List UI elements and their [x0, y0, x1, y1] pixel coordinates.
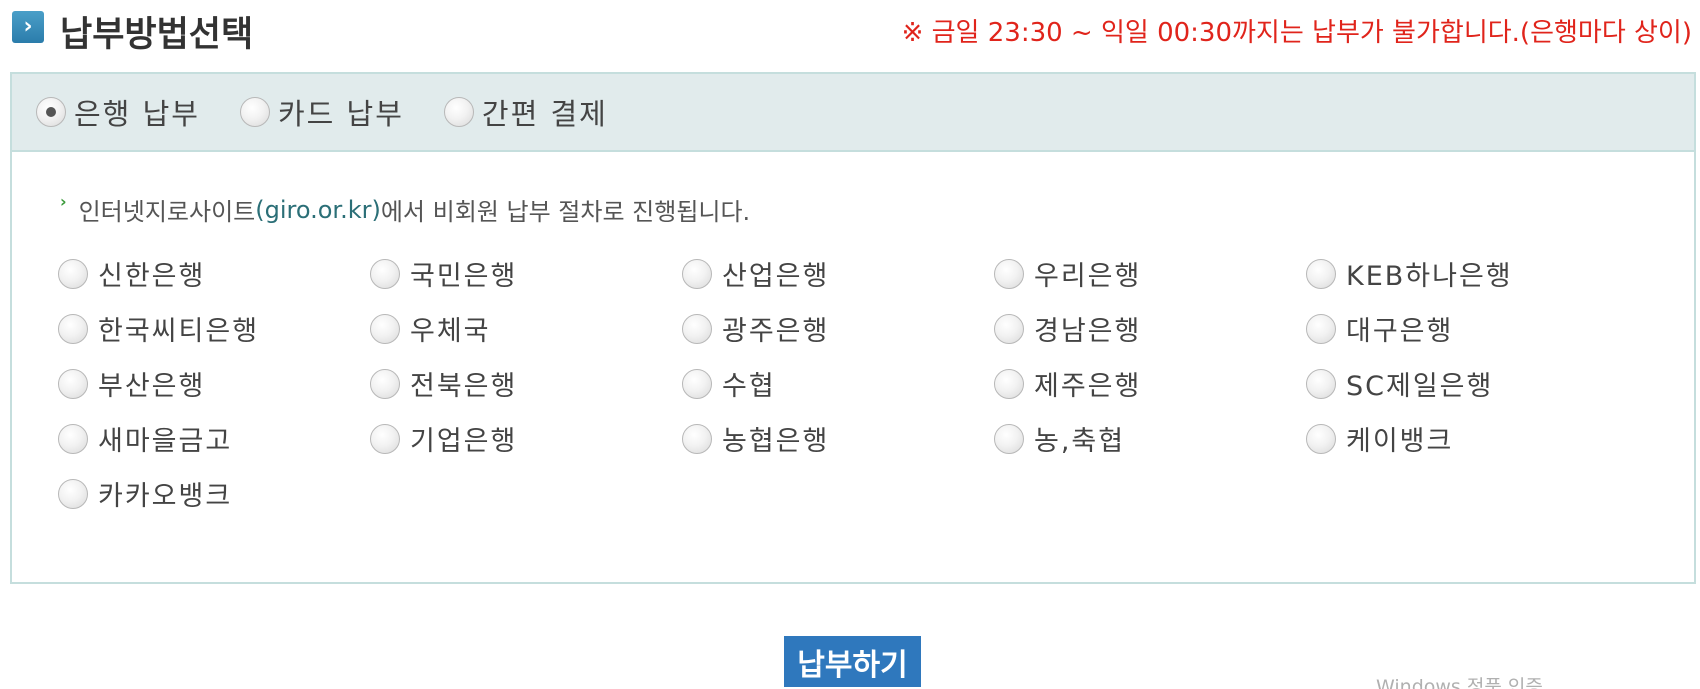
tab-label: 간편 결제 [481, 97, 608, 131]
bank-option[interactable]: 농,축협 [994, 411, 1306, 466]
bank-label: 산업은행 [722, 261, 830, 292]
tab-label: 카드 납부 [277, 97, 404, 131]
arrow-bullet-icon: › [60, 192, 67, 211]
bank-radio[interactable] [370, 258, 400, 289]
notice-text: ※ 금일 23:30 ~ 익일 00:30까지는 납부가 불가합니다.(은행마다… [901, 18, 1692, 48]
bank-option[interactable]: 광주은행 [682, 301, 994, 356]
giro-link: (giro.or.kr) [255, 195, 381, 224]
page-title: 납부방법선택 [60, 15, 254, 55]
bank-radio[interactable] [1306, 258, 1336, 289]
bank-radio[interactable] [58, 258, 88, 289]
bank-radio[interactable] [994, 313, 1024, 344]
radio-easy-payment[interactable] [443, 97, 474, 127]
bank-radio[interactable] [994, 368, 1024, 399]
bank-label: 전북은행 [410, 371, 518, 402]
bank-radio[interactable] [370, 313, 400, 344]
windows-activation-watermark: Windows 정품 인증 [1376, 676, 1543, 689]
radio-bank-payment[interactable] [36, 97, 66, 127]
bank-label: 한국씨티은행 [98, 316, 260, 347]
bank-option[interactable]: 부산은행 [58, 356, 370, 411]
bank-radio[interactable] [58, 478, 88, 509]
bank-radio[interactable] [682, 313, 712, 344]
radio-card-payment[interactable] [239, 97, 270, 127]
bank-option[interactable]: 케이뱅크 [1306, 411, 1618, 466]
bank-radio[interactable] [58, 368, 88, 399]
bank-label: 우체국 [410, 316, 491, 347]
bank-option[interactable]: 우리은행 [994, 246, 1306, 301]
bank-label: 국민은행 [410, 261, 518, 292]
bank-label: 농,축협 [1034, 426, 1126, 457]
bank-option[interactable]: 기업은행 [370, 411, 682, 466]
bank-radio[interactable] [682, 423, 712, 454]
bank-radio[interactable] [370, 368, 400, 399]
bank-label: 대구은행 [1346, 316, 1454, 347]
bank-option[interactable]: 국민은행 [370, 246, 682, 301]
bank-radio[interactable] [994, 423, 1024, 454]
info-prefix: 인터넷지로사이트 [78, 198, 256, 226]
bank-label: 농협은행 [722, 426, 830, 457]
bank-label: 제주은행 [1034, 371, 1142, 402]
bank-radio[interactable] [370, 423, 400, 454]
bank-option[interactable]: 산업은행 [682, 246, 994, 301]
bank-option[interactable]: SC제일은행 [1306, 356, 1618, 411]
bank-label: 새마을금고 [98, 426, 233, 457]
pay-button[interactable]: 납부하기 [784, 636, 921, 687]
payment-tabs: 은행 납부 카드 납부 간편 결제 [12, 74, 1694, 152]
bank-option[interactable]: 새마을금고 [58, 411, 370, 466]
info-text: › 인터넷지로사이트 (giro.or.kr) 에서 비회원 납부 절차로 진행… [60, 192, 750, 227]
payment-method-panel: 은행 납부 카드 납부 간편 결제 › 인터넷지로사이트 (giro.or.kr… [10, 72, 1696, 584]
tab-card-payment[interactable]: 카드 납부 [239, 91, 404, 133]
bank-label: 수협 [722, 371, 776, 402]
bank-option[interactable]: 신한은행 [58, 246, 370, 301]
bank-radio[interactable] [1306, 368, 1336, 399]
bank-radio[interactable] [994, 258, 1024, 289]
bank-option[interactable]: 우체국 [370, 301, 682, 356]
bank-label: 경남은행 [1034, 316, 1142, 347]
section-header: › 납부방법선택 ※ 금일 23:30 ~ 익일 00:30까지는 납부가 불가… [10, 0, 1700, 55]
tab-label: 은행 납부 [74, 97, 200, 131]
chevron-right-icon: › [12, 11, 44, 43]
bank-option[interactable]: KEB하나은행 [1306, 246, 1618, 301]
bank-radio[interactable] [682, 368, 712, 399]
tab-bank-payment[interactable]: 은행 납부 [36, 91, 200, 133]
info-suffix: 에서 비회원 납부 절차로 진행됩니다. [380, 198, 751, 226]
bank-option[interactable]: 경남은행 [994, 301, 1306, 356]
bank-radio[interactable] [682, 258, 712, 289]
bank-radio[interactable] [58, 313, 88, 344]
bank-option[interactable]: 대구은행 [1306, 301, 1618, 356]
bank-radio[interactable] [1306, 313, 1336, 344]
bank-label: 광주은행 [722, 316, 830, 347]
bank-option[interactable]: 한국씨티은행 [58, 301, 370, 356]
bank-option[interactable]: 농협은행 [682, 411, 994, 466]
bank-label: 우리은행 [1034, 261, 1142, 292]
bank-label: 케이뱅크 [1346, 426, 1454, 457]
bank-label: 기업은행 [410, 426, 518, 457]
bank-radio[interactable] [1306, 423, 1336, 454]
bank-label: 카카오뱅크 [98, 481, 233, 512]
bank-radio[interactable] [58, 423, 88, 454]
bank-option[interactable]: 카카오뱅크 [58, 466, 370, 521]
bank-label: KEB하나은행 [1346, 261, 1513, 292]
bank-label: SC제일은행 [1346, 371, 1494, 402]
bank-option[interactable]: 제주은행 [994, 356, 1306, 411]
tab-easy-payment[interactable]: 간편 결제 [443, 91, 608, 133]
bank-list: 신한은행 국민은행 산업은행 우리은행 KEB하나은행한국씨티은행 우체국 광주은행 경남은행… [58, 246, 1618, 521]
bank-label: 부산은행 [98, 371, 206, 402]
bank-option[interactable]: 수협 [682, 356, 994, 411]
bank-option[interactable]: 전북은행 [370, 356, 682, 411]
bank-label: 신한은행 [98, 261, 206, 292]
